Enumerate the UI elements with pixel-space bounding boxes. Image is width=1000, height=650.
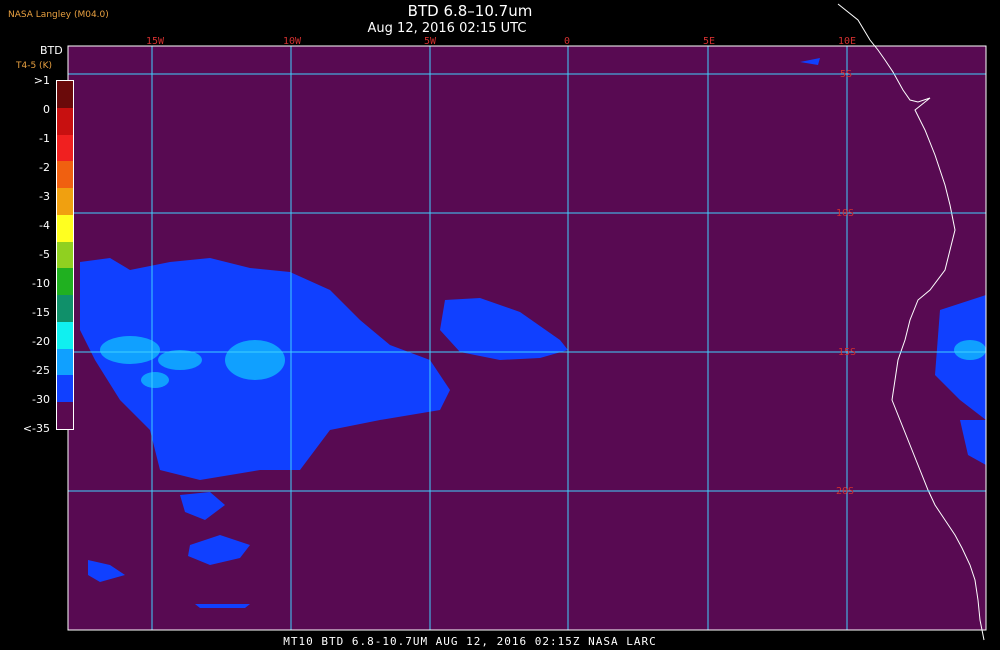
lon-label-10w: 10W	[283, 36, 302, 47]
image-date: Aug 12, 2016 02:15 UTC	[367, 21, 527, 36]
colorbar-label: -25	[32, 364, 50, 377]
colorbar-segment	[57, 81, 73, 108]
lat-label-20s: 20S	[836, 486, 854, 497]
colorbar-label: -2	[39, 161, 50, 174]
colorbar-segment	[57, 321, 73, 349]
longitude-labels: 15W 10W 5W 0 5E 10E	[146, 36, 856, 47]
colorbar	[56, 80, 74, 430]
colorbar-label: -20	[32, 335, 50, 348]
lon-label-5e: 5E	[703, 36, 715, 47]
colorbar-label: -4	[39, 219, 50, 232]
colorbar-segment	[57, 241, 73, 269]
lon-label-10e: 10E	[838, 36, 856, 47]
satellite-map: 15W 10W 5W 0 5E 10E 5S 10S 15S 20S	[0, 3, 987, 641]
colorbar-label: >1	[33, 74, 50, 87]
colorbar-label: 0	[43, 103, 50, 116]
colorbar-segment	[57, 134, 73, 162]
lon-label-0: 0	[564, 36, 570, 47]
colorbar-segment	[57, 348, 73, 376]
image-title: BTD 6.8–10.7um	[407, 2, 533, 20]
colorbar-segment	[57, 161, 73, 189]
legend-subtitle: T4-5 (K)	[16, 61, 52, 71]
colorbar-segment	[57, 375, 73, 403]
legend-title: BTD	[40, 44, 63, 57]
colorbar-segment	[57, 214, 73, 242]
lat-label-15s: 15S	[838, 347, 856, 358]
colorbar-label: -3	[39, 190, 50, 203]
colorbar-segment	[57, 402, 73, 429]
colorbar-segment	[57, 295, 73, 322]
lat-label-10s: 10S	[836, 208, 854, 219]
colorbar-label: <-35	[22, 422, 50, 435]
colorbar-segment	[57, 188, 73, 215]
colorbar-segment	[57, 107, 73, 135]
colorbar-label: -5	[39, 248, 50, 261]
colorbar-label: -1	[39, 132, 50, 145]
colorbar-label: -15	[32, 306, 50, 319]
colorbar-segment	[57, 268, 73, 296]
colorbar-label: -10	[32, 277, 50, 290]
footer-caption: MT10 BTD 6.8-10.7UM AUG 12, 2016 02:15Z …	[283, 635, 657, 648]
lon-label-5w: 5W	[424, 36, 437, 47]
lat-label-5s: 5S	[840, 69, 852, 80]
lon-label-15w: 15W	[146, 36, 165, 47]
colorbar-label: -30	[32, 393, 50, 406]
